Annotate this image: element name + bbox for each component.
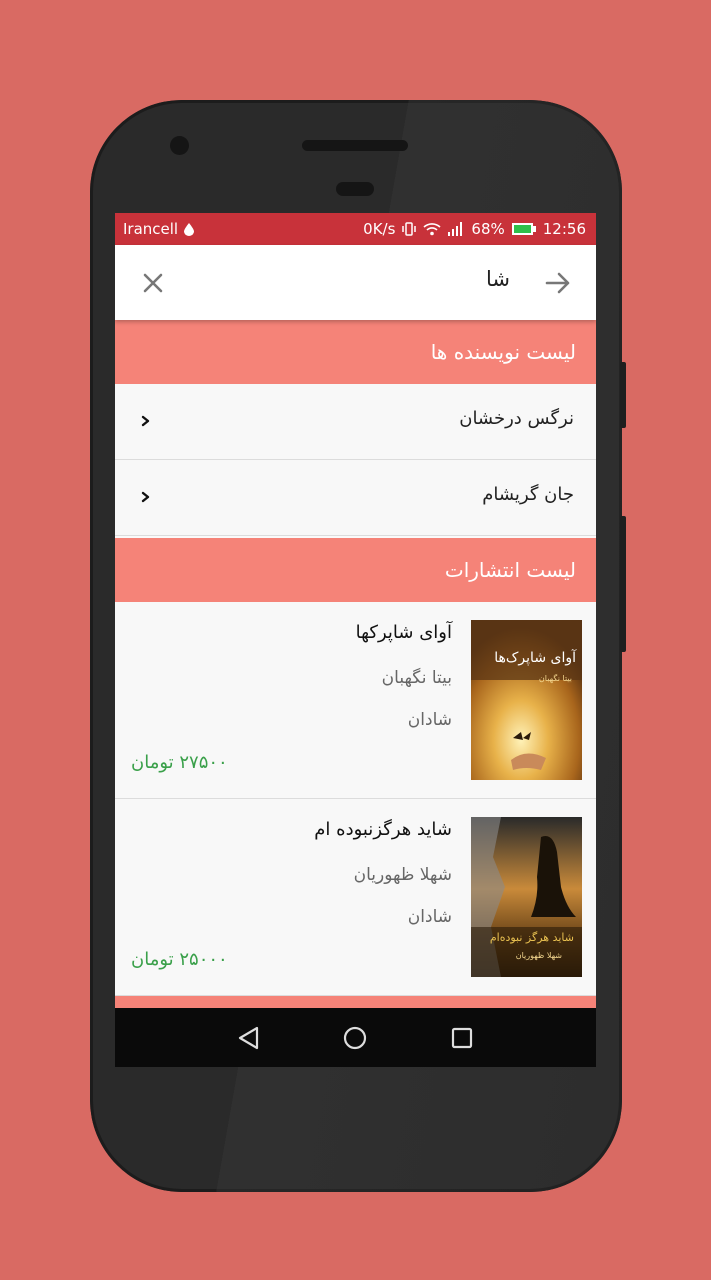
status-bar: Irancell 0K/s 68% 12:56 — [115, 213, 596, 245]
author-item[interactable]: جان گریشام — [115, 460, 596, 536]
arrow-right-icon[interactable] — [542, 267, 574, 299]
search-input[interactable]: شا — [486, 267, 510, 291]
chevron-right-icon — [141, 491, 150, 503]
authors-section-header: لیست نویسنده ها — [115, 320, 596, 384]
cover-author: بیتا نگهبان — [538, 674, 572, 683]
front-camera — [170, 136, 189, 155]
chevron-right-icon — [141, 415, 150, 427]
book-price: ۲۵۰۰۰ تومان — [131, 949, 228, 970]
square-recents-icon[interactable] — [448, 1024, 476, 1052]
book-title: آوای شاپرکها — [355, 622, 452, 643]
close-icon[interactable] — [137, 267, 169, 299]
wifi-icon — [423, 223, 441, 236]
earpiece-speaker — [302, 140, 408, 151]
author-name: نرگس درخشان — [459, 408, 574, 429]
battery-icon — [511, 223, 536, 235]
author-item[interactable]: نرگس درخشان — [115, 384, 596, 460]
publishers-section-header: لیست انتشارات — [115, 538, 596, 602]
proximity-sensor — [336, 182, 374, 196]
book-author: شهلا ظهوریان — [353, 865, 452, 885]
book-title: شاید هرگزنبوده ام — [314, 819, 452, 840]
book-cover: آوای شاپرک‌ها بیتا نگهبان — [471, 620, 582, 780]
power-button — [620, 516, 626, 652]
cover-title: شاید هرگز نبوده‌ام — [489, 931, 574, 944]
book-cover: شاید هرگز نبوده‌ام شهلا ظهوریان — [471, 817, 582, 977]
navigation-bar — [115, 1008, 596, 1067]
cover-title: آوای شاپرک‌ها — [494, 650, 576, 666]
book-publisher: شادان — [407, 710, 452, 730]
book-price: ۲۷۵۰۰ تومان — [131, 752, 228, 773]
book-author: بیتا نگهبان — [381, 668, 452, 688]
next-section-header-edge — [115, 996, 596, 1008]
volume-button — [620, 362, 626, 428]
battery-percent: 68% — [471, 220, 505, 238]
book-publisher: شادان — [407, 907, 452, 927]
book-card[interactable]: آوای شاپرک‌ها بیتا نگهبان آوای شاپرکها ب… — [115, 602, 596, 799]
book-card[interactable]: شاید هرگز نبوده‌ام شهلا ظهوریان شاید هرگ… — [115, 799, 596, 996]
clock: 12:56 — [542, 220, 586, 238]
signal-icon — [448, 222, 463, 236]
author-name: جان گریشام — [482, 484, 574, 505]
app-screen: Irancell 0K/s 68% 12:56 شا لیست نویسنده … — [115, 213, 596, 1067]
vibrate-icon — [402, 222, 417, 236]
triangle-back-icon[interactable] — [235, 1024, 263, 1052]
circle-home-icon[interactable] — [341, 1024, 369, 1052]
drop-icon — [184, 222, 195, 236]
network-speed: 0K/s — [363, 220, 396, 238]
search-bar: شا — [115, 245, 596, 320]
cover-author: شهلا ظهوریان — [515, 951, 562, 960]
carrier-name: Irancell — [123, 220, 179, 238]
